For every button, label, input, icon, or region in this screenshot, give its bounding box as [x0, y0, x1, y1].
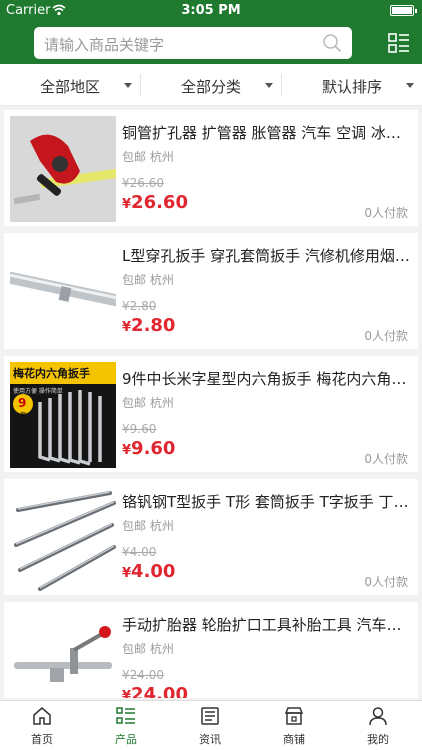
shipping-label: 包邮: [122, 642, 147, 656]
product-meta: 包邮 杭州: [122, 517, 174, 534]
image-banner-text: 梅花内六角扳手: [13, 367, 90, 380]
shipping-label: 包邮: [122, 273, 147, 287]
shop-icon: [284, 707, 304, 725]
original-price: ¥24.00: [122, 668, 164, 682]
currency-symbol: ¥: [122, 689, 132, 698]
image-sub-text: 使用方便 操作简单: [13, 388, 63, 395]
product-image: 梅花内六角扳手 使用方便 操作简单 9 件套: [10, 362, 116, 468]
search-placeholder: 请输入商品关键字: [44, 36, 165, 54]
product-title: L型穿孔扳手 穿孔套筒扳手 汽修机修用烟斗扳手: [122, 247, 412, 265]
price-value: 4.00: [131, 561, 176, 582]
tab-shop-label: 商铺: [283, 733, 305, 746]
user-icon: [369, 707, 387, 726]
price-value: 24.00: [131, 684, 188, 698]
sale-price: ¥4.00: [122, 561, 175, 582]
product-meta: 包邮 杭州: [122, 394, 174, 411]
tab-home[interactable]: 首页: [0, 701, 84, 750]
filter-category-label: 全部分类: [181, 78, 242, 96]
news-icon: [201, 707, 219, 725]
list-icon: [116, 707, 135, 724]
sale-price: ¥2.80: [122, 315, 175, 336]
currency-symbol: ¥: [122, 443, 132, 458]
status-bar: Carrier 3:05 PM: [0, 0, 422, 22]
original-price: ¥2.80: [122, 299, 157, 313]
bottom-tab-bar: 首页 产品 资讯 商铺 我的: [0, 700, 422, 750]
product-title: 9件中长米字星型内六角扳手 梅花内六角扳手套装: [122, 370, 412, 388]
product-list: 铜管扩孔器 扩管器 胀管器 汽车 空调 冰箱 维修工具 包邮 杭州 ¥26.60…: [4, 110, 418, 698]
price-value: 2.80: [131, 315, 176, 336]
caret-down-icon: [124, 83, 132, 88]
product-title: 手动扩胎器 轮胎扩口工具补胎工具 汽车维修: [122, 616, 412, 634]
original-price: ¥9.60: [122, 422, 157, 436]
top-header: Carrier 3:05 PM 请输入商品关键字: [0, 0, 422, 64]
caret-down-icon: [265, 83, 273, 88]
sale-price: ¥9.60: [122, 438, 175, 459]
tab-news-label: 资讯: [199, 733, 221, 746]
image-badge-num: 9: [18, 396, 27, 410]
home-icon: [33, 707, 51, 725]
buyer-count: 0人付款: [364, 329, 408, 343]
filter-bar: 全部地区 全部分类 默认排序: [0, 64, 422, 106]
product-card[interactable]: L型穿孔扳手 穿孔套筒扳手 汽修机修用烟斗扳手 包邮 杭州 ¥2.80 ¥2.8…: [4, 233, 418, 349]
shipping-label: 包邮: [122, 150, 147, 164]
search-icon[interactable]: [322, 33, 342, 53]
sale-price: ¥26.60: [122, 192, 188, 213]
product-card[interactable]: 梅花内六角扳手 使用方便 操作简单 9 件套 9件中长米字星型内六角扳手 梅花内…: [4, 356, 418, 472]
product-card[interactable]: 手动扩胎器 轮胎扩口工具补胎工具 汽车维修 包邮 杭州 ¥24.00 ¥24.0…: [4, 602, 418, 698]
product-meta: 包邮 杭州: [122, 640, 174, 657]
shipping-label: 包邮: [122, 519, 147, 533]
product-image: [10, 116, 116, 222]
price-value: 9.60: [131, 438, 176, 459]
tab-shop[interactable]: 商铺: [252, 701, 336, 750]
original-price: ¥4.00: [122, 545, 157, 559]
product-image: [10, 608, 116, 698]
currency-symbol: ¥: [122, 197, 132, 212]
tab-news[interactable]: 资讯: [168, 701, 252, 750]
city-label: 杭州: [149, 273, 174, 287]
currency-symbol: ¥: [122, 566, 132, 581]
product-card[interactable]: 铬钒钢T型扳手 T形 套筒扳手 T字扳手 丁字扳手 包邮 杭州 ¥4.00 ¥4…: [4, 479, 418, 595]
battery-icon: [390, 5, 417, 16]
category-menu-icon[interactable]: [388, 32, 410, 54]
buyer-count: 0人付款: [364, 452, 408, 466]
filter-category[interactable]: 全部分类: [141, 64, 281, 106]
filter-sort[interactable]: 默认排序: [282, 64, 422, 106]
product-meta: 包邮 杭州: [122, 271, 174, 288]
product-meta: 包邮 杭州: [122, 148, 174, 165]
shipping-label: 包邮: [122, 396, 147, 410]
tab-products-label: 产品: [115, 733, 137, 746]
tab-home-label: 首页: [31, 733, 53, 746]
tab-products[interactable]: 产品: [84, 701, 168, 750]
filter-region[interactable]: 全部地区: [0, 64, 140, 106]
product-title: 铬钒钢T型扳手 T形 套筒扳手 T字扳手 丁字扳手: [122, 493, 412, 511]
product-card[interactable]: 铜管扩孔器 扩管器 胀管器 汽车 空调 冰箱 维修工具 包邮 杭州 ¥26.60…: [4, 110, 418, 226]
price-value: 26.60: [131, 192, 188, 213]
city-label: 杭州: [149, 396, 174, 410]
search-input[interactable]: 请输入商品关键字: [34, 27, 352, 59]
product-title: 铜管扩孔器 扩管器 胀管器 汽车 空调 冰箱 维修工具: [122, 124, 412, 142]
image-badge-unit: 件套: [14, 412, 27, 419]
tab-profile-label: 我的: [367, 733, 389, 746]
sale-price: ¥24.00: [122, 684, 188, 698]
tab-profile[interactable]: 我的: [336, 701, 420, 750]
product-image: [10, 485, 116, 591]
status-time: 3:05 PM: [181, 3, 241, 18]
city-label: 杭州: [149, 642, 174, 656]
original-price: ¥26.60: [122, 176, 164, 190]
buyer-count: 0人付款: [364, 575, 408, 589]
filter-sort-label: 默认排序: [322, 78, 383, 96]
filter-region-label: 全部地区: [40, 78, 101, 96]
buyer-count: 0人付款: [364, 206, 408, 220]
product-image: [10, 239, 116, 345]
city-label: 杭州: [149, 519, 174, 533]
city-label: 杭州: [149, 150, 174, 164]
caret-down-icon: [406, 83, 414, 88]
currency-symbol: ¥: [122, 320, 132, 335]
